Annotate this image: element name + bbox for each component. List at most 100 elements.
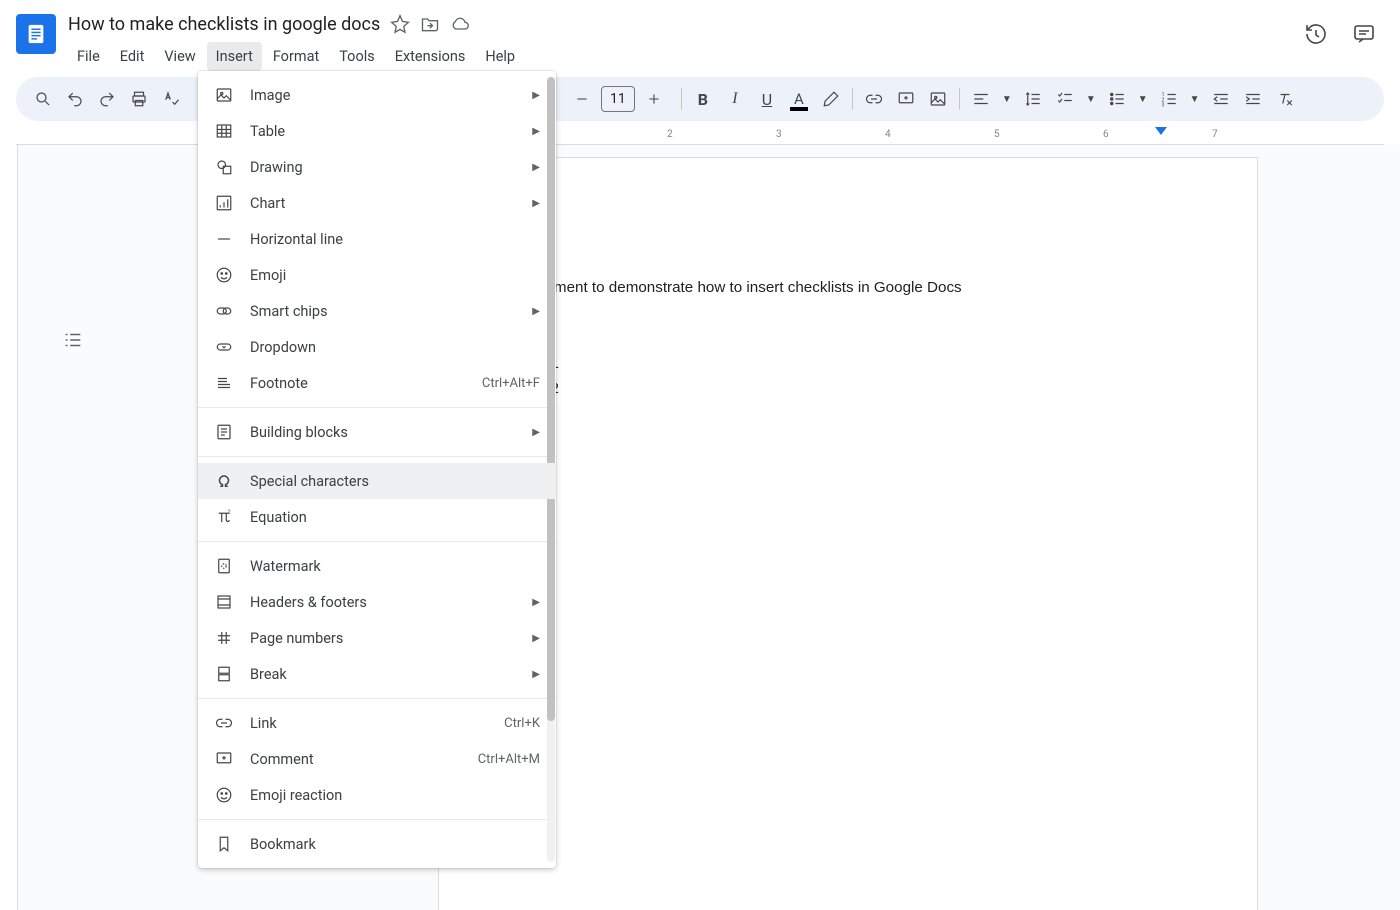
bold-icon[interactable]: B: [688, 84, 718, 114]
document-text[interactable]: tem 1: [521, 352, 1175, 376]
underline-icon[interactable]: U: [752, 84, 782, 114]
comments-icon[interactable]: [1350, 20, 1378, 48]
decrease-indent-icon[interactable]: [1206, 84, 1236, 114]
dropdown-icon: [214, 337, 234, 357]
menu-item-break[interactable]: Break▶: [198, 656, 556, 692]
hash-icon: [214, 628, 234, 648]
document-page[interactable]: document to demonstrate how to insert ch…: [438, 157, 1258, 910]
highlight-icon[interactable]: [816, 84, 846, 114]
checklist-dropdown-arrow[interactable]: ▼: [1082, 94, 1100, 105]
menu-item-equation[interactable]: 2Equation: [198, 499, 556, 535]
chart-icon: [214, 193, 234, 213]
hr-icon: [214, 229, 234, 249]
submenu-arrow-icon: ▶: [532, 162, 540, 173]
document-text[interactable]: tem 2: [521, 377, 1175, 401]
submenu-arrow-icon: ▶: [532, 669, 540, 680]
menu-item-label: Building blocks: [250, 424, 516, 441]
emoji-icon: [214, 265, 234, 285]
clear-formatting-icon[interactable]: [1270, 84, 1300, 114]
ruler-right-margin-marker[interactable]: [1155, 127, 1167, 135]
document-text[interactable]: document to demonstrate how to insert ch…: [521, 276, 1175, 300]
submenu-arrow-icon: ▶: [532, 427, 540, 438]
menu-item-bookmark[interactable]: Bookmark: [198, 826, 556, 862]
menu-extensions[interactable]: Extensions: [386, 42, 475, 71]
menu-tools[interactable]: Tools: [330, 42, 384, 71]
app-header: How to make checklists in google docs Fi…: [0, 0, 1400, 71]
menu-view[interactable]: View: [155, 42, 204, 71]
menu-item-special-characters[interactable]: Special characters: [198, 463, 556, 499]
document-outline-icon[interactable]: [58, 325, 88, 355]
print-icon[interactable]: [124, 84, 154, 114]
bulleted-list-icon[interactable]: [1102, 84, 1132, 114]
history-icon[interactable]: [1302, 20, 1330, 48]
checklist-icon[interactable]: [1050, 84, 1080, 114]
menu-item-emoji-reaction[interactable]: Emoji reaction: [198, 777, 556, 813]
insert-link-icon[interactable]: [859, 84, 889, 114]
docs-logo[interactable]: [16, 14, 56, 54]
menu-item-headers-footers[interactable]: Headers & footers▶: [198, 584, 556, 620]
cloud-status-icon[interactable]: [450, 14, 470, 34]
spellcheck-icon[interactable]: [156, 84, 186, 114]
menu-file[interactable]: File: [68, 42, 109, 71]
omega-icon: [214, 471, 234, 491]
increase-font-icon[interactable]: [639, 84, 669, 114]
numbered-dropdown-arrow[interactable]: ▼: [1186, 94, 1204, 105]
menu-item-label: Image: [250, 87, 516, 104]
menu-format[interactable]: Format: [264, 42, 328, 71]
submenu-arrow-icon: ▶: [532, 198, 540, 209]
chips-icon: [214, 301, 234, 321]
menu-item-label: Horizontal line: [250, 231, 540, 248]
menu-item-footnote[interactable]: FootnoteCtrl+Alt+F: [198, 365, 556, 401]
search-icon[interactable]: [28, 84, 58, 114]
image-icon: [214, 85, 234, 105]
increase-indent-icon[interactable]: [1238, 84, 1268, 114]
emoji-icon: [214, 785, 234, 805]
menu-item-image[interactable]: Image ▶: [198, 77, 556, 113]
undo-icon[interactable]: [60, 84, 90, 114]
menu-item-comment[interactable]: CommentCtrl+Alt+M: [198, 741, 556, 777]
line-spacing-icon[interactable]: [1018, 84, 1048, 114]
menu-item-watermark[interactable]: Watermark: [198, 548, 556, 584]
comment-icon: [214, 749, 234, 769]
menu-item-label: Page numbers: [250, 630, 516, 647]
submenu-arrow-icon: ▶: [532, 90, 540, 101]
menubar: FileEditViewInsertFormatToolsExtensionsH…: [68, 42, 1290, 71]
menu-item-smart-chips[interactable]: Smart chips▶: [198, 293, 556, 329]
menu-help[interactable]: Help: [476, 42, 524, 71]
star-icon[interactable]: [390, 14, 410, 34]
insert-menu-dropdown: Image▶Table▶Drawing▶Chart▶Horizontal lin…: [198, 71, 556, 868]
menu-item-dropdown[interactable]: Dropdown: [198, 329, 556, 365]
decrease-font-icon[interactable]: [567, 84, 597, 114]
menu-item-label: Footnote: [250, 375, 466, 392]
bullet-dropdown-arrow[interactable]: ▼: [1134, 94, 1152, 105]
text-color-icon[interactable]: A: [784, 84, 814, 114]
menu-item-emoji[interactable]: Emoji: [198, 257, 556, 293]
numbered-list-icon[interactable]: 123: [1154, 84, 1184, 114]
watermark-icon: [214, 556, 234, 576]
font-size-input[interactable]: 11: [601, 86, 635, 112]
vertical-ruler[interactable]: [0, 145, 18, 910]
footnote-icon: [214, 373, 234, 393]
menu-item-horizontal-line[interactable]: Horizontal line: [198, 221, 556, 257]
insert-image-icon[interactable]: [923, 84, 953, 114]
ruler-tick: 6: [1103, 129, 1109, 140]
menu-edit[interactable]: Edit: [111, 42, 154, 71]
move-icon[interactable]: [420, 14, 440, 34]
align-icon[interactable]: [966, 84, 996, 114]
shortcut-label: Ctrl+K: [504, 716, 540, 731]
menu-item-drawing[interactable]: Drawing▶: [198, 149, 556, 185]
menu-item-chart[interactable]: Chart▶: [198, 185, 556, 221]
menu-item-link[interactable]: Link Ctrl+K: [198, 705, 556, 741]
add-comment-icon[interactable]: [891, 84, 921, 114]
redo-icon[interactable]: [92, 84, 122, 114]
menu-item-label: Link: [250, 715, 488, 732]
align-dropdown-arrow[interactable]: ▼: [998, 94, 1016, 105]
menu-insert[interactable]: Insert: [207, 42, 262, 71]
menu-item-building-blocks[interactable]: Building blocks ▶: [198, 414, 556, 450]
document-title[interactable]: How to make checklists in google docs: [68, 14, 380, 35]
menu-item-page-numbers[interactable]: Page numbers▶: [198, 620, 556, 656]
submenu-arrow-icon: ▶: [532, 126, 540, 137]
menu-item-label: Emoji: [250, 267, 540, 284]
menu-item-table[interactable]: Table▶: [198, 113, 556, 149]
italic-icon[interactable]: I: [720, 84, 750, 114]
